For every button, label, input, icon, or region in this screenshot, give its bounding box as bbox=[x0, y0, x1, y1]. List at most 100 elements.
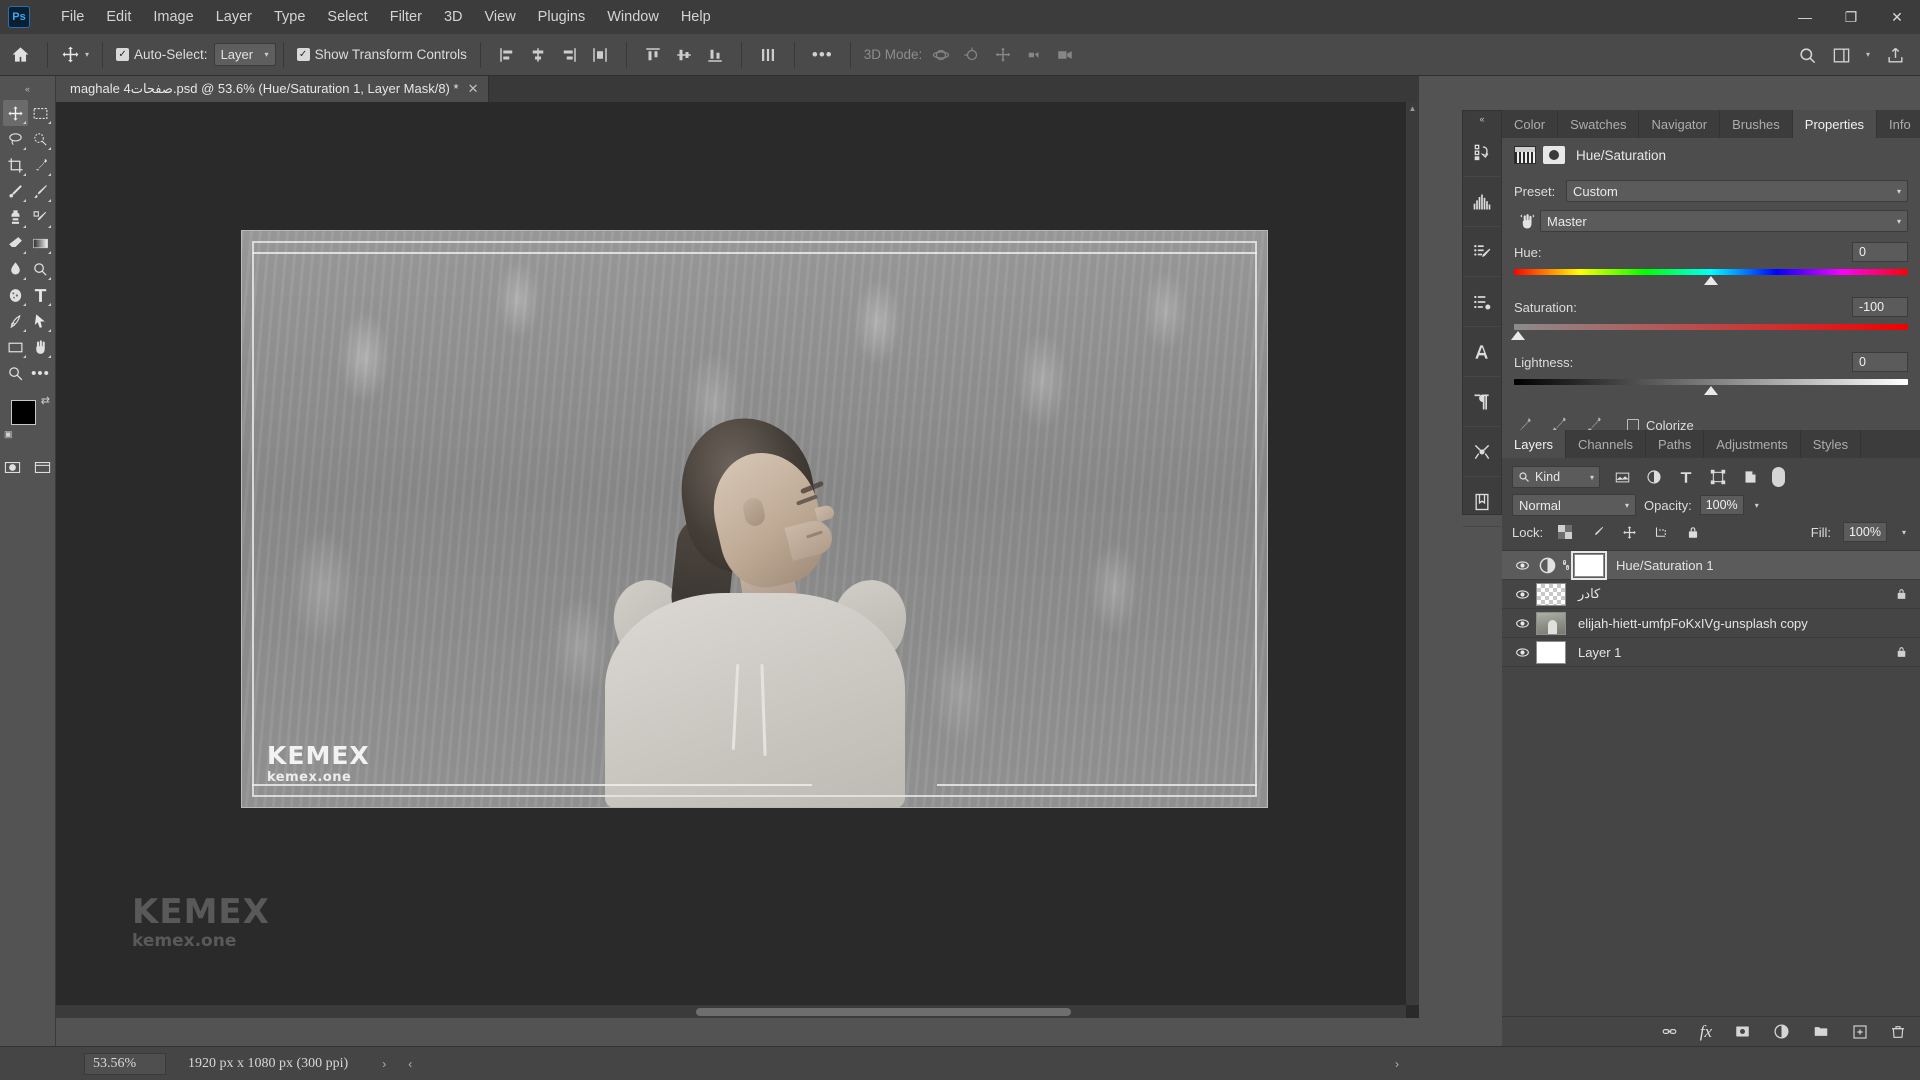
lightness-value-field[interactable]: 0 bbox=[1852, 352, 1908, 372]
table-row[interactable]: کادر bbox=[1502, 580, 1920, 609]
distribute-spacing-icon[interactable] bbox=[759, 46, 777, 64]
new-group-icon[interactable] bbox=[1812, 1024, 1830, 1039]
tab-layers[interactable]: Layers bbox=[1502, 430, 1567, 458]
preset-dropdown[interactable]: Custom ▾ bbox=[1566, 180, 1908, 202]
layer-thumbnail[interactable] bbox=[1536, 582, 1566, 606]
auto-select-option[interactable]: ✓ Auto-Select: bbox=[110, 47, 214, 62]
align-top-edges-icon[interactable] bbox=[644, 46, 662, 64]
reset-colors-icon[interactable]: ▣ bbox=[4, 429, 13, 440]
zoom-tool[interactable] bbox=[3, 360, 28, 386]
opacity-stepper-icon[interactable]: ▾ bbox=[1755, 501, 1759, 510]
menu-window[interactable]: Window bbox=[596, 6, 670, 29]
fill-stepper-icon[interactable]: ▾ bbox=[1902, 528, 1906, 537]
lock-artboard-nesting-icon[interactable] bbox=[1651, 522, 1671, 542]
3d-pan-icon[interactable] bbox=[994, 46, 1012, 64]
rectangle-shape-tool[interactable] bbox=[3, 334, 28, 360]
status-prev-icon[interactable]: ‹ bbox=[408, 1057, 412, 1071]
saturation-value-field[interactable]: -100 bbox=[1852, 297, 1908, 317]
quick-selection-tool[interactable] bbox=[28, 126, 53, 152]
menu-type[interactable]: Type bbox=[263, 6, 316, 29]
scroll-up-icon[interactable]: ▲ bbox=[1406, 102, 1419, 115]
blur-tool[interactable] bbox=[3, 256, 28, 282]
move-tool[interactable] bbox=[3, 100, 28, 126]
path-selection-tool[interactable] bbox=[28, 308, 53, 334]
canvas-horizontal-scrollbar[interactable] bbox=[56, 1005, 1406, 1018]
delete-layer-icon[interactable] bbox=[1890, 1024, 1906, 1040]
filter-pixel-layers-icon[interactable] bbox=[1612, 467, 1632, 487]
history-panel-icon[interactable] bbox=[1463, 127, 1501, 177]
menu-filter[interactable]: Filter bbox=[379, 6, 433, 29]
rectangular-marquee-tool[interactable] bbox=[28, 100, 53, 126]
document-tab[interactable]: maghale 4صفحات.psd @ 53.6% (Hue/Saturati… bbox=[56, 76, 490, 102]
link-mask-icon[interactable] bbox=[1558, 558, 1574, 572]
eyedropper-tool[interactable] bbox=[28, 152, 53, 178]
tab-brushes[interactable]: Brushes bbox=[1720, 110, 1793, 138]
align-right-edges-icon[interactable] bbox=[560, 46, 578, 64]
tab-navigator[interactable]: Navigator bbox=[1639, 110, 1721, 138]
more-options-button[interactable]: ••• bbox=[802, 45, 843, 65]
tab-paths[interactable]: Paths bbox=[1645, 430, 1705, 458]
menu-file[interactable]: File bbox=[50, 6, 95, 29]
sponge-tool[interactable] bbox=[3, 282, 28, 308]
hand-tool[interactable] bbox=[28, 334, 53, 360]
3d-roll-icon[interactable] bbox=[963, 46, 981, 64]
fill-value-field[interactable]: 100% bbox=[1842, 522, 1887, 542]
table-row[interactable]: elijah-hiett-umfpFoKxIVg-unsplash copy bbox=[1502, 609, 1920, 638]
lock-all-icon[interactable] bbox=[1683, 522, 1703, 542]
canvas-area[interactable]: KEMEX kemex.one KEMEX kemex.one ▲ bbox=[56, 102, 1419, 1018]
screen-mode-icon[interactable] bbox=[30, 454, 56, 480]
close-button[interactable]: ✕ bbox=[1874, 0, 1920, 34]
filter-shape-layers-icon[interactable] bbox=[1708, 467, 1728, 487]
tab-adjustments[interactable]: Adjustments bbox=[1704, 430, 1801, 458]
spot-healing-brush-tool[interactable] bbox=[3, 178, 28, 204]
saturation-slider[interactable] bbox=[1510, 322, 1908, 342]
tab-styles[interactable]: Styles bbox=[1800, 430, 1862, 458]
lightness-slider[interactable] bbox=[1514, 377, 1908, 397]
layer-thumbnail[interactable] bbox=[1536, 611, 1566, 635]
type-tool[interactable] bbox=[28, 282, 53, 308]
3d-orbit-icon[interactable] bbox=[932, 46, 950, 64]
link-layers-icon[interactable] bbox=[1661, 1024, 1678, 1039]
eraser-tool[interactable] bbox=[3, 230, 28, 256]
table-row[interactable]: Hue/Saturation 1 bbox=[1502, 550, 1920, 580]
share-icon[interactable] bbox=[1886, 46, 1904, 64]
align-vertical-centers-icon[interactable] bbox=[675, 46, 693, 64]
lightness-slider-thumb[interactable] bbox=[1704, 386, 1718, 395]
opacity-value-field[interactable]: 100% bbox=[1699, 495, 1744, 515]
chevron-down-icon[interactable]: ▾ bbox=[85, 50, 89, 59]
channel-dropdown[interactable]: Master ▾ bbox=[1540, 210, 1908, 232]
libraries-panel-icon[interactable] bbox=[1463, 477, 1501, 527]
status-expand-icon[interactable]: › bbox=[382, 1057, 386, 1071]
maximize-button[interactable]: ❐ bbox=[1828, 0, 1874, 34]
3d-slide-icon[interactable] bbox=[1025, 46, 1043, 64]
artboard-image[interactable]: KEMEX kemex.one bbox=[241, 230, 1268, 808]
distribute-horizontal-icon[interactable] bbox=[591, 46, 609, 64]
gradient-tool[interactable] bbox=[28, 230, 53, 256]
auto-select-checkbox[interactable]: ✓ bbox=[116, 48, 130, 61]
layer-visibility-toggle[interactable] bbox=[1508, 588, 1536, 601]
tab-channels[interactable]: Channels bbox=[1566, 430, 1646, 458]
chevron-down-icon[interactable]: ▾ bbox=[1866, 50, 1870, 59]
dodge-tool[interactable] bbox=[28, 256, 53, 282]
layer-visibility-toggle[interactable] bbox=[1508, 646, 1536, 659]
lasso-tool[interactable] bbox=[3, 126, 28, 152]
adjustment-layer-icon[interactable] bbox=[1773, 1023, 1790, 1040]
add-mask-icon[interactable] bbox=[1734, 1024, 1751, 1039]
more-tools-button[interactable]: ••• bbox=[28, 360, 53, 386]
crop-tool[interactable] bbox=[3, 152, 28, 178]
show-transform-checkbox[interactable]: ✓ bbox=[296, 48, 310, 61]
adjustments-panel-icon[interactable] bbox=[1463, 427, 1501, 477]
layer-mask-thumbnail[interactable] bbox=[1571, 550, 1607, 580]
layer-comps-panel-icon[interactable] bbox=[1463, 277, 1501, 327]
align-left-edges-icon[interactable] bbox=[498, 46, 516, 64]
minimize-button[interactable]: — bbox=[1782, 0, 1828, 34]
status-next-icon[interactable]: › bbox=[1395, 1057, 1399, 1071]
lock-transparency-icon[interactable] bbox=[1555, 522, 1575, 542]
filter-adjustment-layers-icon[interactable] bbox=[1644, 467, 1664, 487]
paragraph-panel-icon[interactable] bbox=[1463, 377, 1501, 427]
align-horizontal-centers-icon[interactable] bbox=[529, 46, 547, 64]
lock-image-pixels-icon[interactable] bbox=[1587, 522, 1607, 542]
brush-settings-panel-icon[interactable] bbox=[1463, 227, 1501, 277]
menu-image[interactable]: Image bbox=[142, 6, 204, 29]
swap-colors-icon[interactable]: ⇄ bbox=[41, 394, 50, 407]
